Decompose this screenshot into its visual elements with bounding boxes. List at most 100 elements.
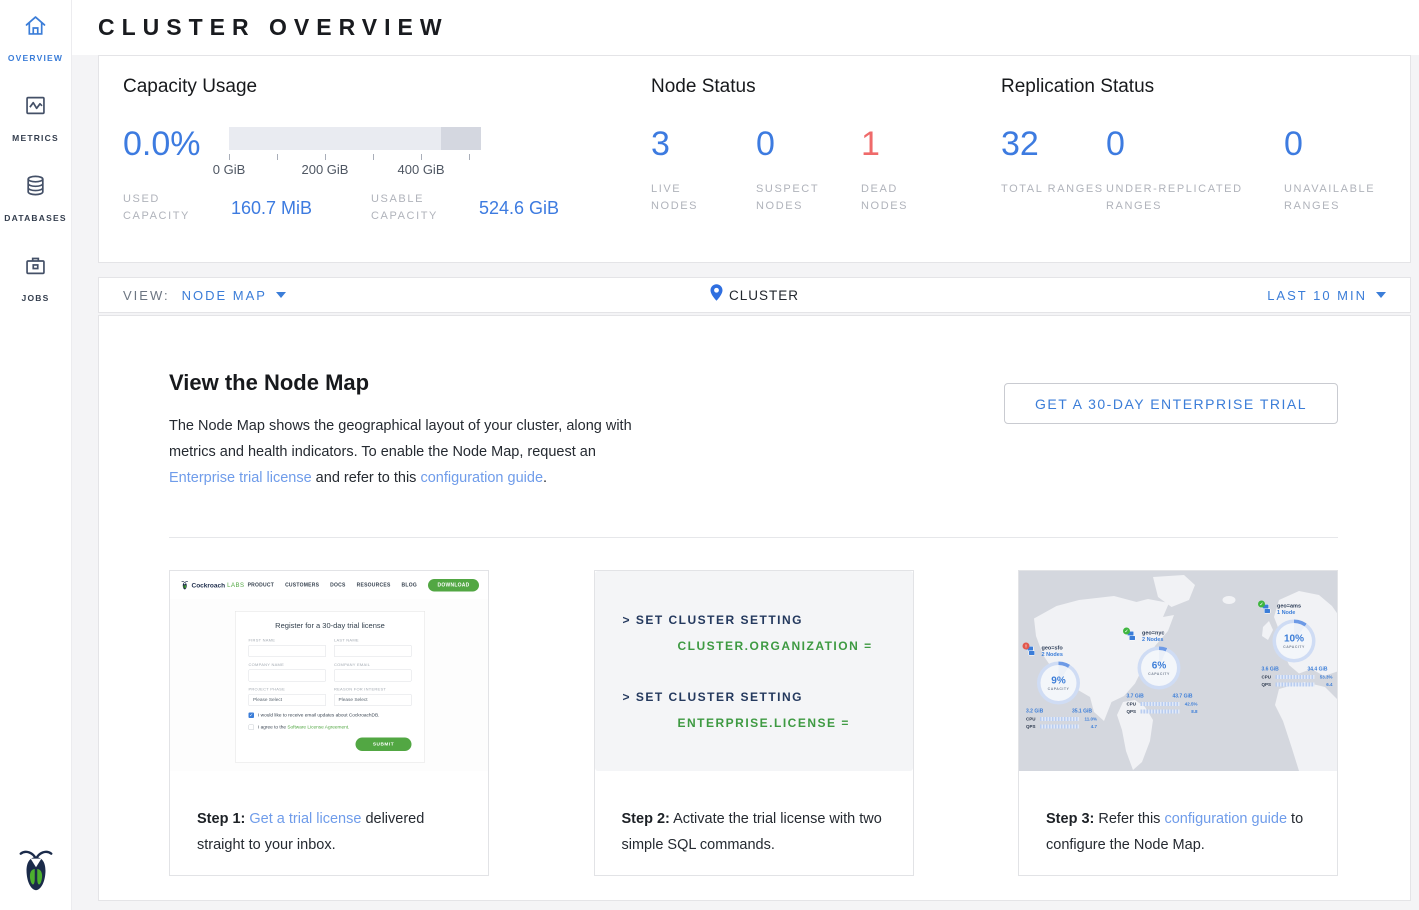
breadcrumb-cluster-label: CLUSTER: [729, 288, 799, 303]
node-status-section: Node Status 3 LIVE NODES 0 SUSPECT NODES…: [651, 76, 1001, 262]
sidebar-item-jobs[interactable]: JOBS: [0, 252, 71, 332]
capacity-axis-ticks: [229, 153, 481, 161]
sidebar-item-metrics[interactable]: METRICS: [0, 92, 71, 172]
capacity-ring: 9% CAPACITY: [1037, 661, 1080, 704]
screenshot-site-nav: PRODUCT CUSTOMERS DOCS RESOURCES BLOG: [248, 582, 417, 588]
capacity-bar: [229, 127, 481, 150]
locality-name: geo=nyc: [1142, 630, 1164, 636]
node-map-heading: View the Node Map: [169, 370, 647, 396]
node-status-title: Node Status: [651, 76, 1001, 98]
capacity-total: 43.7 GiB: [1172, 693, 1192, 699]
enterprise-trial-button[interactable]: GET A 30-DAY ENTERPRISE TRIAL: [1004, 383, 1338, 424]
suspect-nodes-value: 0: [756, 124, 861, 164]
capacity-bar-segment-high: [441, 127, 481, 150]
locality-node-count: 1 Node: [1277, 609, 1301, 615]
sidebar-nav: OVERVIEW METRICS DATABASES JOBS: [0, 0, 71, 332]
total-ranges-stat: 32 TOTAL RANGES: [1001, 124, 1106, 215]
description-text: .: [543, 470, 547, 486]
content-area: Capacity Usage 0.0%: [72, 55, 1419, 901]
nav-resources: RESOURCES: [357, 582, 391, 588]
capacity-ring: 10% CAPACITY: [1273, 619, 1316, 662]
under-replicated-ranges-label: UNDER-REPLICATED RANGES: [1106, 181, 1266, 215]
node-map-description: The Node Map shows the geographical layo…: [169, 413, 647, 491]
time-range-value: LAST 10 MIN: [1267, 288, 1367, 303]
nodes-icon: !: [1026, 646, 1037, 657]
code-prompt: > SET CLUSTER SETTING: [623, 613, 913, 627]
screenshot-site-header: Cockroach LABS PRODUCT CUSTOMERS DOCS RE…: [170, 571, 488, 599]
configuration-guide-link-2[interactable]: configuration guide: [1164, 811, 1287, 827]
sidebar-item-overview[interactable]: OVERVIEW: [0, 12, 71, 92]
license-agreement-checkbox: I agree to the Software License Agreemen…: [249, 724, 412, 730]
home-icon: [22, 12, 49, 44]
locality-name: geo=ams: [1277, 603, 1301, 609]
breadcrumb-cluster: CLUSTER: [710, 284, 799, 306]
capacity-percent: 9%: [1051, 675, 1065, 687]
cpu-sparkline: [1276, 675, 1315, 679]
databases-icon: [22, 172, 49, 204]
description-text: The Node Map shows the geographical layo…: [169, 418, 632, 460]
cluster-summary-panel: Capacity Usage 0.0%: [98, 55, 1411, 263]
checkbox-checked-icon: ✓: [249, 712, 255, 718]
axis-label: 400 GiB: [398, 162, 445, 177]
jobs-icon: [22, 252, 49, 284]
suspect-nodes-stat: 0 SUSPECT NODES: [756, 124, 861, 215]
time-range-selector[interactable]: LAST 10 MIN: [1267, 288, 1386, 303]
code-setting: CLUSTER.ORGANIZATION =: [678, 639, 913, 653]
form-field: REASON FOR INTERESTPlease Select: [334, 687, 412, 706]
configuration-guide-link[interactable]: configuration guide: [420, 470, 543, 486]
capacity-used: 3.6 GiB: [1262, 666, 1279, 672]
live-nodes-value: 3: [651, 124, 756, 164]
chevron-down-icon: [1376, 292, 1386, 298]
unavailable-ranges-stat: 0 UNAVAILABLE RANGES: [1284, 124, 1394, 215]
status-down-icon: !: [1023, 642, 1030, 649]
capacity-percent: 6%: [1152, 660, 1166, 672]
capacity-ring: 6% CAPACITY: [1138, 646, 1181, 689]
dead-nodes-label: DEAD NODES: [861, 181, 936, 215]
locality-node-count: 2 Nodes: [1142, 636, 1164, 642]
node-map-preview-image: ! geo=sfo 2 Nodes 9%: [1019, 571, 1337, 771]
sidebar-item-databases[interactable]: DATABASES: [0, 172, 71, 252]
capacity-axis-labels: 0 GiB 200 GiB 400 GiB: [229, 162, 481, 178]
used-capacity-label: USED CAPACITY: [123, 191, 231, 225]
logo-suffix: LABS: [227, 581, 244, 588]
get-trial-license-link[interactable]: Get a trial license: [249, 811, 361, 827]
submit-button: SUBMIT: [356, 737, 412, 751]
nodes-icon: ✓: [1127, 631, 1138, 642]
step2-caption: Step 2: Activate the trial license with …: [595, 785, 913, 858]
code-group: > SET CLUSTER SETTING CLUSTER.ORGANIZATI…: [623, 613, 913, 653]
usable-capacity-value: 524.6 GiB: [479, 198, 559, 219]
form-field: COMPANY NAME: [249, 662, 327, 681]
step3-caption: Step 3: Refer this configuration guide t…: [1019, 785, 1337, 858]
logo-word: Cockroach: [192, 581, 226, 589]
unavailable-ranges-label: UNAVAILABLE RANGES: [1284, 181, 1394, 215]
main-area: CLUSTER OVERVIEW Capacity Usage 0.0%: [72, 0, 1419, 901]
dead-nodes-value: 1: [861, 124, 966, 164]
usable-capacity-label: USABLE CAPACITY: [371, 191, 479, 225]
view-label: VIEW:: [123, 288, 170, 303]
qps-sparkline: [1276, 682, 1315, 686]
node-map-panel: View the Node Map The Node Map shows the…: [98, 315, 1411, 901]
cockroach-labs-logo: Cockroach LABS: [181, 580, 244, 590]
step1-caption: Step 1: Get a trial license delivered st…: [170, 785, 488, 858]
step3-card: ! geo=sfo 2 Nodes 9%: [1018, 570, 1338, 876]
capacity-label: CAPACITY: [1048, 687, 1070, 691]
sidebar-item-label: METRICS: [12, 133, 59, 143]
locality-name: geo=sfo: [1042, 645, 1063, 651]
view-selector[interactable]: NODE MAP: [182, 288, 286, 303]
axis-label: 200 GiB: [302, 162, 349, 177]
replication-status-title: Replication Status: [1001, 76, 1410, 98]
step2-label: Step 2:: [622, 811, 670, 827]
cockroachdb-logo-icon: [18, 845, 54, 898]
email-updates-checkbox: ✓ I would like to receive email updates …: [249, 712, 412, 718]
form-field: FIRST NAME: [249, 638, 327, 657]
enterprise-trial-license-link[interactable]: Enterprise trial license: [169, 470, 312, 486]
view-selector-value: NODE MAP: [182, 288, 267, 303]
capacity-used: 3.7 GiB: [1127, 693, 1144, 699]
view-bar: VIEW: NODE MAP CLUSTER LAST 10 MIN: [98, 277, 1411, 313]
capacity-usage-section: Capacity Usage 0.0%: [123, 76, 651, 262]
checkbox-empty-icon: [249, 724, 255, 730]
nav-docs: DOCS: [330, 582, 345, 588]
capacity-label: CAPACITY: [1148, 672, 1170, 676]
description-text: and refer to this: [312, 470, 421, 486]
live-nodes-label: LIVE NODES: [651, 181, 726, 215]
